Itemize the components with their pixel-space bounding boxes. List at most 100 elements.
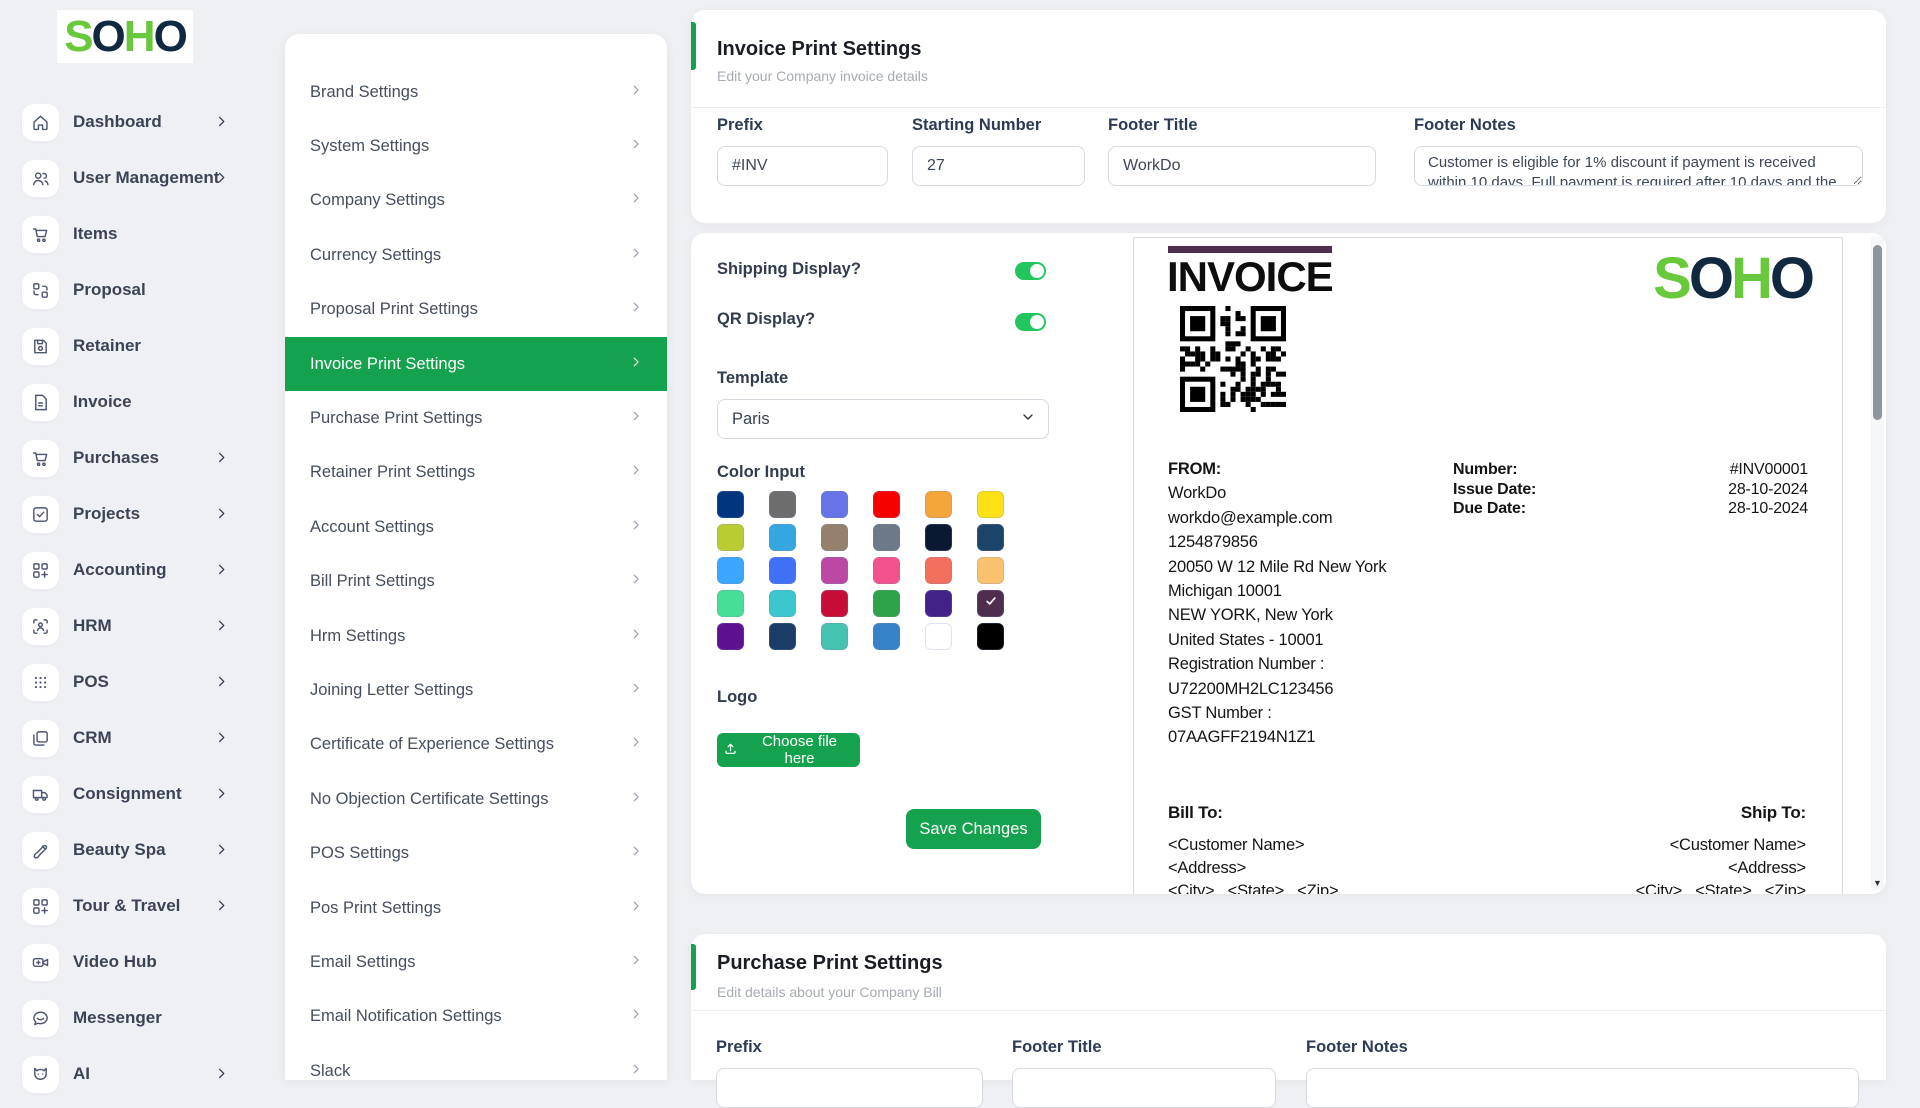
sidebar-item-dashboard[interactable]: Dashboard [0, 94, 284, 150]
invoice-options-card: Shipping Display? QR Display? Template P… [691, 233, 1886, 894]
purchase-prefix-input[interactable] [716, 1068, 983, 1108]
sidebar-item-user-management[interactable]: User Management [0, 150, 284, 206]
sidebar-item-consignment[interactable]: Consignment [0, 766, 284, 822]
color-swatch-47df97[interactable] [717, 590, 744, 617]
color-swatch-0a1832[interactable] [925, 524, 952, 551]
settings-item-system-settings[interactable]: System Settings [285, 119, 667, 173]
purchase-footer-notes-label: Footer Notes [1306, 1038, 1859, 1057]
color-swatch-fde117[interactable] [977, 491, 1004, 518]
sidebar-item-tour-travel[interactable]: Tour & Travel [0, 878, 284, 934]
color-swatch-003580[interactable] [717, 491, 744, 518]
invoice-accent-bar [1168, 246, 1332, 253]
settings-item-purchase-print-settings[interactable]: Purchase Print Settings [285, 391, 667, 445]
settings-item-certificate-of-experience-settings[interactable]: Certificate of Experience Settings [285, 718, 667, 772]
color-swatch-3ba6fd[interactable] [717, 557, 744, 584]
color-swatch-c70c38[interactable] [821, 590, 848, 617]
choose-file-label: Choose file here [745, 733, 854, 767]
footer-notes-label: Footer Notes [1414, 116, 1863, 135]
purchase-footer-title-input[interactable] [1012, 1068, 1276, 1108]
settings-item-account-settings[interactable]: Account Settings [285, 500, 667, 554]
sidebar-item-retainer[interactable]: Retainer [0, 318, 284, 374]
preview-scrollbar-thumb[interactable] [1873, 245, 1882, 420]
color-swatch-3f70f6[interactable] [769, 557, 796, 584]
prefix-input[interactable] [717, 146, 888, 186]
footer-notes-input[interactable]: Customer is eligible for 1% discount if … [1414, 146, 1863, 186]
shipping-display-toggle[interactable] [1015, 262, 1046, 280]
sidebar-item-proposal[interactable]: Proposal [0, 262, 284, 318]
preview-scrollbar[interactable]: ▼ [1871, 237, 1884, 890]
sidebar-item-ai[interactable]: AI [0, 1046, 284, 1102]
settings-menu: Brand SettingsSystem SettingsCompany Set… [285, 34, 667, 1080]
footer-title-input[interactable] [1108, 146, 1376, 186]
color-swatch-3cc7cf[interactable] [769, 590, 796, 617]
color-swatch-36a6e1[interactable] [769, 524, 796, 551]
settings-item-company-settings[interactable]: Company Settings [285, 174, 667, 228]
color-swatch-6674e8[interactable] [821, 491, 848, 518]
settings-item-invoice-print-settings[interactable]: Invoice Print Settings [285, 337, 667, 391]
color-swatch-432287[interactable] [925, 590, 952, 617]
invoice-meta-row: Issue Date:28-10-2024 [1453, 480, 1808, 500]
sidebar-item-purchases[interactable]: Purchases [0, 430, 284, 486]
sidebar-item-pos[interactable]: POS [0, 654, 284, 710]
sidebar-item-accounting[interactable]: Accounting [0, 542, 284, 598]
choose-file-button[interactable]: Choose file here [717, 733, 860, 767]
qr-display-toggle[interactable] [1015, 313, 1046, 331]
settings-item-pos-settings[interactable]: POS Settings [285, 827, 667, 881]
color-swatch-b9cc31[interactable] [717, 524, 744, 551]
color-swatch-f4705e[interactable] [925, 557, 952, 584]
invoice-ship-to: Ship To:<Customer Name><Address><City> ,… [1636, 801, 1806, 894]
scroll-down-arrow[interactable]: ▼ [1871, 878, 1884, 888]
color-swatch-1c4369[interactable] [977, 524, 1004, 551]
settings-item-slack[interactable]: Slack [285, 1044, 667, 1080]
color-swatch-ffffff[interactable] [925, 623, 952, 650]
starting-number-input[interactable] [912, 146, 1085, 186]
sidebar-item-label: Retainer [73, 336, 141, 356]
color-swatch-1b3c66[interactable] [769, 623, 796, 650]
settings-item-email-notification-settings[interactable]: Email Notification Settings [285, 990, 667, 1044]
color-swatch-f4a63b[interactable] [925, 491, 952, 518]
color-swatch-f3538c[interactable] [873, 557, 900, 584]
sidebar-item-invoice[interactable]: Invoice [0, 374, 284, 430]
color-swatch-f70000[interactable] [873, 491, 900, 518]
app-logo[interactable]: SOHO [57, 10, 193, 63]
prefix-label: Prefix [717, 116, 888, 135]
settings-item-brand-settings[interactable]: Brand Settings [285, 65, 667, 119]
save-changes-button[interactable]: Save Changes [906, 809, 1041, 849]
color-swatch-3583c6[interactable] [873, 623, 900, 650]
bill-to-heading: Bill To: [1168, 801, 1338, 824]
settings-item-no-objection-certificate-settings[interactable]: No Objection Certificate Settings [285, 772, 667, 826]
settings-item-retainer-print-settings[interactable]: Retainer Print Settings [285, 446, 667, 500]
settings-item-pos-print-settings[interactable]: Pos Print Settings [285, 881, 667, 935]
settings-item-currency-settings[interactable]: Currency Settings [285, 228, 667, 282]
sidebar-item-items[interactable]: Items [0, 206, 284, 262]
sidebar-item-hrm[interactable]: HRM [0, 598, 284, 654]
settings-item-bill-print-settings[interactable]: Bill Print Settings [285, 555, 667, 609]
sidebar-item-video-hub[interactable]: Video Hub [0, 934, 284, 990]
template-select[interactable]: Paris [717, 399, 1049, 439]
purchase-footer-notes-input[interactable] [1306, 1068, 1859, 1108]
sidebar-item-projects[interactable]: Projects [0, 486, 284, 542]
color-swatch-5d1190[interactable] [717, 623, 744, 650]
dots-grid-icon [22, 664, 59, 701]
sidebar-item-messenger[interactable]: Messenger [0, 990, 284, 1046]
color-swatch-4f2d4f[interactable] [977, 590, 1004, 617]
sidebar-item-crm[interactable]: CRM [0, 710, 284, 766]
color-swatch-6d7888[interactable] [873, 524, 900, 551]
settings-item-hrm-settings[interactable]: Hrm Settings [285, 609, 667, 663]
chevron-down-icon [1020, 409, 1036, 430]
color-swatch-fac26f[interactable] [977, 557, 1004, 584]
color-swatch-bb48a3[interactable] [821, 557, 848, 584]
from-heading: FROM: [1168, 457, 1386, 481]
color-swatch-2fa34a[interactable] [873, 590, 900, 617]
color-swatch-000000[interactable] [977, 623, 1004, 650]
sidebar-item-label: POS [73, 672, 109, 692]
settings-item-email-settings[interactable]: Email Settings [285, 935, 667, 989]
cards-icon [22, 720, 59, 757]
color-swatch-6d6d6d[interactable] [769, 491, 796, 518]
color-swatch-95806d[interactable] [821, 524, 848, 551]
settings-item-joining-letter-settings[interactable]: Joining Letter Settings [285, 663, 667, 717]
color-swatch-46c2b1[interactable] [821, 623, 848, 650]
sidebar-item-beauty-spa[interactable]: Beauty Spa [0, 822, 284, 878]
settings-item-proposal-print-settings[interactable]: Proposal Print Settings [285, 283, 667, 337]
chevron-right-icon [629, 790, 643, 809]
